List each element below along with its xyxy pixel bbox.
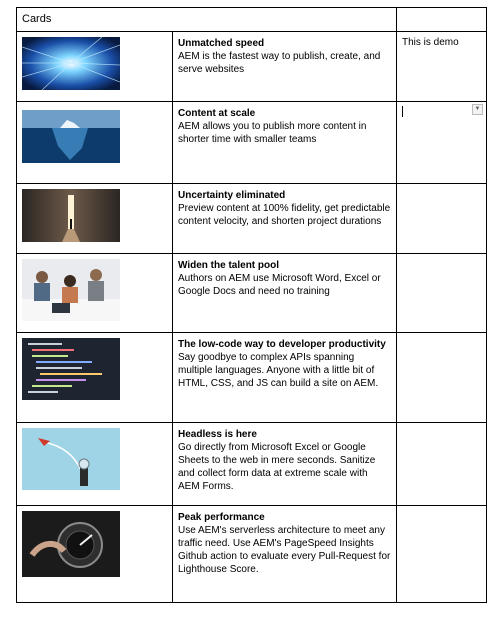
card-body: Say goodbye to complex APIs spanning mul…	[178, 352, 379, 389]
card-title: Headless is here	[178, 429, 257, 440]
text-cell[interactable]: Headless is here Go directly from Microso…	[172, 422, 397, 506]
image-cell[interactable]	[16, 422, 173, 506]
card-title: Widen the talent pool	[178, 260, 280, 271]
rocket-figure-image	[22, 428, 120, 490]
extra-text: This is demo	[402, 37, 459, 48]
dropdown-arrow-icon[interactable]: ▼	[472, 104, 483, 115]
header-row: Cards	[16, 7, 487, 32]
card-title: Unmatched speed	[178, 38, 265, 49]
table-row: Unmatched speed AEM is the fastest way to…	[16, 31, 487, 102]
speed-dial-image	[22, 511, 120, 577]
extra-cell[interactable]: This is demo	[396, 31, 487, 102]
text-cell[interactable]: Uncertainty eliminated Preview content at…	[172, 183, 397, 254]
card-body: Authors on AEM use Microsoft Word, Excel…	[178, 273, 381, 297]
team-meeting-image	[22, 259, 120, 321]
card-body: Preview content at 100% fidelity, get pr…	[178, 203, 391, 227]
table-row: Widen the talent pool Authors on AEM use …	[16, 253, 487, 333]
card-title: The low-code way to developer productivi…	[178, 339, 386, 350]
text-cell[interactable]: The low-code way to developer productivi…	[172, 332, 397, 423]
text-cursor	[402, 106, 403, 117]
text-cell[interactable]: Unmatched speed AEM is the fastest way to…	[172, 31, 397, 102]
card-title: Content at scale	[178, 108, 256, 119]
text-cell[interactable]: Content at scale AEM allows you to publis…	[172, 101, 397, 184]
doorway-light-image	[22, 189, 120, 242]
image-cell[interactable]	[16, 31, 173, 102]
card-body: AEM allows you to publish more content i…	[178, 121, 367, 145]
text-cell[interactable]: Peak performance Use AEM's serverless arc…	[172, 505, 397, 603]
extra-cell-active[interactable]: ▼	[396, 101, 487, 184]
extra-cell[interactable]	[396, 183, 487, 254]
extra-cell[interactable]	[396, 422, 487, 506]
extra-text	[397, 184, 486, 189]
extra-text[interactable]: ▼	[397, 102, 486, 117]
card-body: Use AEM's serverless architecture to mee…	[178, 525, 391, 575]
extra-cell[interactable]	[396, 332, 487, 423]
table-row: Content at scale AEM allows you to publis…	[16, 101, 487, 184]
extra-cell[interactable]	[396, 505, 487, 603]
extra-text	[397, 333, 486, 338]
text-cell[interactable]: Widen the talent pool Authors on AEM use …	[172, 253, 397, 333]
table-header-cell[interactable]: Cards	[16, 7, 397, 32]
card-title: Peak performance	[178, 512, 265, 523]
table-row: Peak performance Use AEM's serverless arc…	[16, 505, 487, 603]
extra-cell[interactable]	[396, 253, 487, 333]
iceberg-image	[22, 110, 120, 163]
image-cell[interactable]	[16, 332, 173, 423]
extra-text	[397, 423, 486, 428]
card-body: AEM is the fastest way to publish, creat…	[178, 51, 381, 75]
card-title: Uncertainty eliminated	[178, 190, 286, 201]
image-cell[interactable]	[16, 253, 173, 333]
table-row: The low-code way to developer productivi…	[16, 332, 487, 423]
image-cell[interactable]	[16, 183, 173, 254]
extra-text	[397, 254, 486, 259]
table-row: Uncertainty eliminated Preview content at…	[16, 183, 487, 254]
cards-table: Cards Unmatched speed AEM is the fastest …	[16, 7, 487, 603]
table-row: Headless is here Go directly from Microso…	[16, 422, 487, 506]
image-cell[interactable]	[16, 505, 173, 603]
code-screen-image	[22, 338, 120, 400]
image-cell[interactable]	[16, 101, 173, 184]
extra-text	[397, 506, 486, 511]
speed-light-tunnel-image	[22, 37, 120, 90]
card-body: Go directly from Microsoft Excel or Goog…	[178, 442, 376, 492]
header-empty-cell[interactable]	[396, 7, 487, 32]
